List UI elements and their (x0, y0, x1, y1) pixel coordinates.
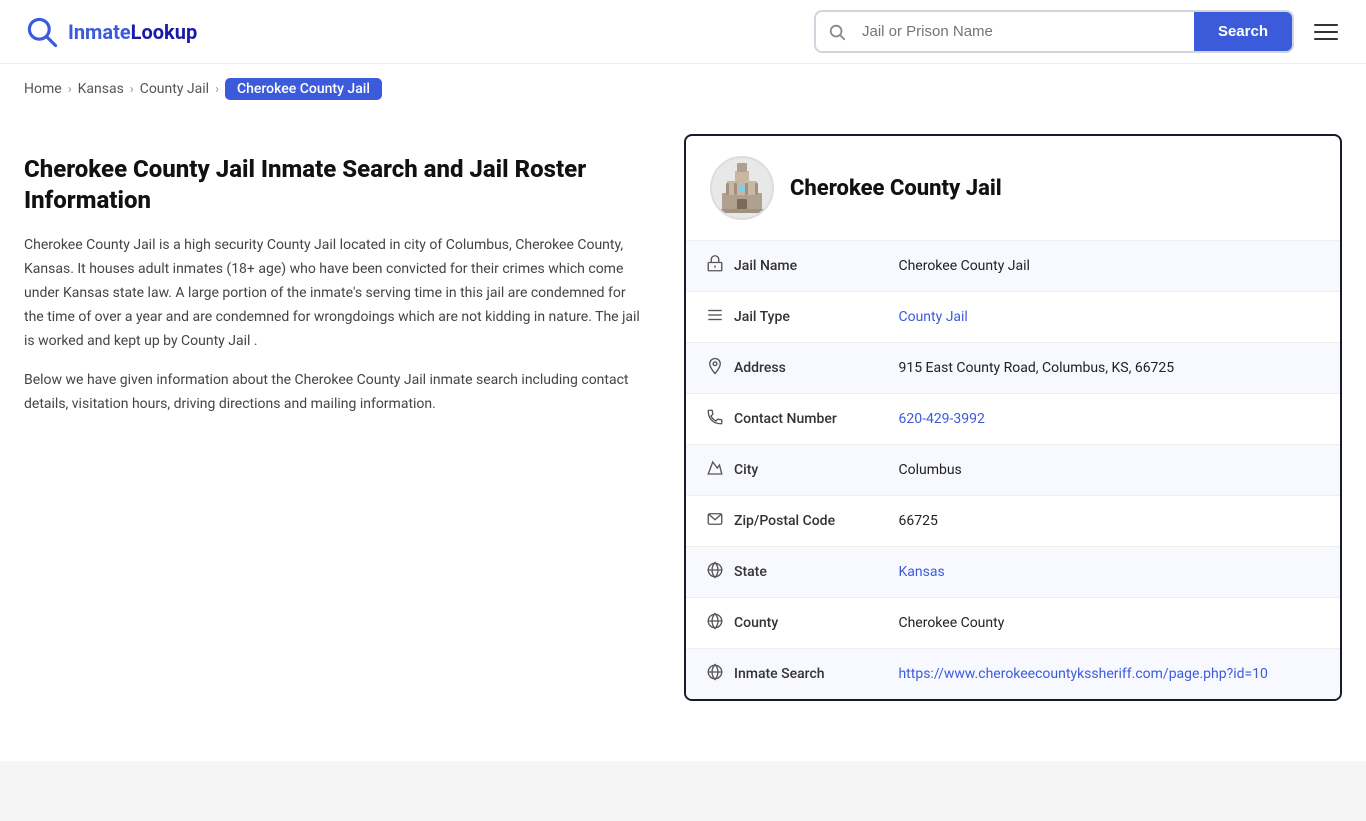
jail-building-icon (717, 163, 767, 213)
page-title: Cherokee County Jail Inmate Search and J… (24, 154, 644, 216)
hamburger-line-3 (1314, 38, 1338, 40)
jail-avatar (710, 156, 774, 220)
info-table: Jail Name Cherokee County Jail Jail Type Co… (686, 241, 1340, 699)
search-bar: Search (814, 10, 1294, 53)
left-panel: Cherokee County Jail Inmate Search and J… (24, 134, 684, 701)
value-cell-5: 66725 (878, 496, 1340, 547)
label-text-4: City (734, 462, 758, 478)
label-text-6: State (734, 564, 767, 580)
label-cell-3: Contact Number (686, 394, 878, 444)
jail-icon (706, 255, 724, 277)
page-description-2: Below we have given information about th… (24, 369, 644, 417)
page-description-1: Cherokee County Jail is a high security … (24, 234, 644, 353)
info-card: Cherokee County Jail Jail Name Cherokee C… (684, 134, 1342, 701)
label-text-5: Zip/Postal Code (734, 513, 835, 529)
value-cell-1[interactable]: County Jail (878, 292, 1340, 343)
header-search-area: Search (814, 10, 1342, 53)
county-icon (706, 612, 724, 634)
label-cell-6: State (686, 547, 878, 597)
value-link-8[interactable]: https://www.cherokeecountykssheriff.com/… (898, 666, 1267, 682)
label-cell-0: Jail Name (686, 241, 878, 291)
logo-icon (24, 14, 60, 50)
breadcrumb-county-jail[interactable]: County Jail (140, 81, 209, 97)
right-panel: Cherokee County Jail Jail Name Cherokee C… (684, 134, 1342, 701)
breadcrumb-sep-2: › (130, 82, 134, 97)
card-jail-name: Cherokee County Jail (790, 176, 1002, 201)
phone-icon (706, 408, 724, 430)
label-text-1: Jail Type (734, 309, 790, 325)
breadcrumb: Home › Kansas › County Jail › Cherokee C… (0, 64, 1366, 114)
value-cell-7: Cherokee County (878, 598, 1340, 649)
zip-icon (706, 510, 724, 532)
logo[interactable]: InmateLookup (24, 14, 197, 50)
value-cell-0: Cherokee County Jail (878, 241, 1340, 292)
hamburger-line-2 (1314, 31, 1338, 33)
label-text-7: County (734, 615, 778, 631)
value-link-6[interactable]: Kansas (898, 564, 944, 580)
globe-icon (706, 561, 724, 583)
value-cell-3[interactable]: 620-429-3992 (878, 394, 1340, 445)
logo-text: InmateLookup (68, 20, 197, 44)
value-link-3[interactable]: 620-429-3992 (898, 411, 984, 427)
header: InmateLookup Search (0, 0, 1366, 64)
label-cell-8: Inmate Search (686, 649, 878, 699)
main-content: Cherokee County Jail Inmate Search and J… (0, 114, 1366, 741)
search-globe-icon (706, 663, 724, 685)
card-header: Cherokee County Jail (686, 136, 1340, 241)
list-icon (706, 306, 724, 328)
label-cell-2: Address (686, 343, 878, 393)
search-icon (816, 23, 858, 41)
breadcrumb-home[interactable]: Home (24, 81, 62, 97)
value-cell-6[interactable]: Kansas (878, 547, 1340, 598)
label-cell-5: Zip/Postal Code (686, 496, 878, 546)
search-input[interactable] (858, 13, 1194, 50)
label-text-8: Inmate Search (734, 666, 825, 682)
hamburger-menu[interactable] (1310, 20, 1342, 44)
bottom-area (0, 761, 1366, 821)
breadcrumb-sep-3: › (215, 82, 219, 97)
label-cell-1: Jail Type (686, 292, 878, 342)
label-text-3: Contact Number (734, 411, 837, 427)
label-text-0: Jail Name (734, 258, 797, 274)
breadcrumb-kansas[interactable]: Kansas (78, 81, 124, 97)
label-text-2: Address (734, 360, 786, 376)
value-link-1[interactable]: County Jail (898, 309, 967, 325)
breadcrumb-current: Cherokee County Jail (225, 78, 382, 100)
label-cell-4: City (686, 445, 878, 495)
location-icon (706, 357, 724, 379)
value-cell-2: 915 East County Road, Columbus, KS, 6672… (878, 343, 1340, 394)
city-icon (706, 459, 724, 481)
search-button[interactable]: Search (1194, 12, 1292, 51)
hamburger-line-1 (1314, 24, 1338, 26)
value-cell-4: Columbus (878, 445, 1340, 496)
label-cell-7: County (686, 598, 878, 648)
value-cell-8[interactable]: https://www.cherokeecountykssheriff.com/… (878, 649, 1340, 700)
breadcrumb-sep-1: › (68, 82, 72, 97)
